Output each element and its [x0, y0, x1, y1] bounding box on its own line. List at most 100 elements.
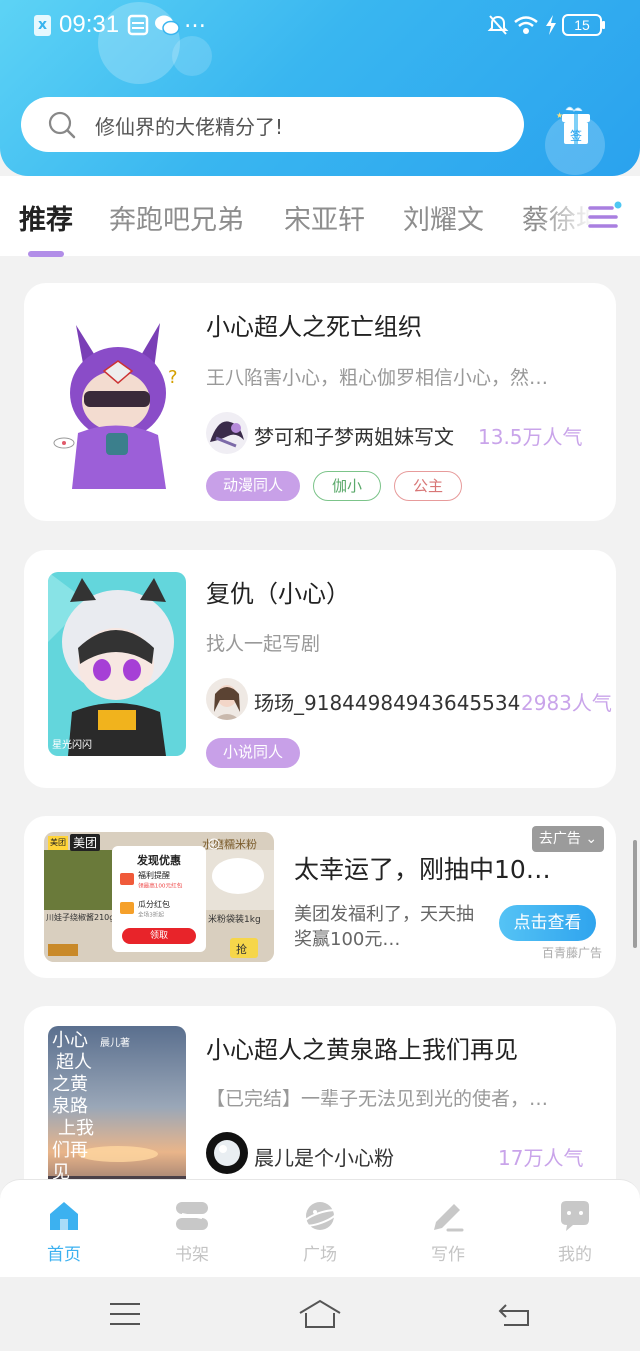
- tab-recommend[interactable]: 推荐: [19, 198, 73, 237]
- nav-write[interactable]: 写作: [408, 1198, 488, 1265]
- battery-icon: 15: [562, 14, 605, 36]
- chevron-down-icon: ⌄: [585, 831, 598, 847]
- cover-watermark: 星光闪闪: [52, 738, 92, 751]
- notification-icon: x: [34, 15, 51, 36]
- bookshelf-icon: [176, 1202, 208, 1230]
- ad-popup-line2: 瓜分红包: [138, 900, 170, 909]
- ad-popup: 发现优惠 福利提醒 领最高100元红包 瓜分红包 全场3折起 领取: [112, 846, 206, 952]
- home-icon: [50, 1202, 78, 1230]
- story-card[interactable]: ? 小心超人之死亡组织 王八陷害小心，粗心伽罗相信小心，然… 梦可和子梦两姐妹写…: [24, 283, 616, 521]
- svg-text:?: ?: [168, 367, 178, 388]
- ad-description: 美团发福利了，天天抽奖赢100元…: [294, 904, 474, 950]
- ad-brand: 美团: [70, 834, 101, 851]
- ad-image[interactable]: 美团 美团 水磨糯米粉 川娃子绕椒酱210g*2瓶装/3瓶 米粉袋装1kg 抢 …: [44, 832, 274, 962]
- story-description: 王八陷害小心，粗心伽罗相信小心，然…: [206, 367, 549, 389]
- ad-bg-text-right: 米粉袋装1kg: [208, 915, 261, 925]
- story-cover[interactable]: ?: [48, 313, 186, 491]
- back-icon[interactable]: [498, 1301, 532, 1327]
- system-navigation-bar: [0, 1277, 640, 1351]
- svg-text:们再: 们再: [52, 1140, 88, 1161]
- tag-jia-xiao[interactable]: 伽小: [313, 471, 381, 501]
- tab-running-man[interactable]: 奔跑吧兄弟: [109, 198, 244, 237]
- author-name[interactable]: 玚玚_91844984943645534: [254, 687, 520, 716]
- header: x 09:31 … 15 修仙界的大佬精分了! 签 ★: [0, 0, 640, 176]
- ad-source: 百青藤广告: [542, 946, 603, 960]
- story-description: 找人一起写剧: [206, 633, 321, 655]
- svg-text:泉路: 泉路: [52, 1096, 88, 1117]
- wechat-icon: [155, 15, 180, 36]
- coupon-icon: [120, 902, 134, 914]
- remove-ad-button[interactable]: 去广告 ⌄: [532, 826, 604, 852]
- ad-popup-line1-sub: 领最高100元红包: [138, 882, 183, 890]
- author-name[interactable]: 晨儿是个小心粉: [254, 1142, 394, 1171]
- status-bar: x 09:31 … 15: [0, 0, 640, 52]
- author-avatar[interactable]: [206, 412, 248, 454]
- remove-ad-label: 去广告: [538, 831, 581, 847]
- category-tabs: 推荐 奔跑吧兄弟 宋亚轩 刘耀文 蔡徐坤: [0, 176, 640, 257]
- ad-popup-close-icon: [208, 838, 220, 850]
- search-placeholder: 修仙界的大佬精分了!: [95, 115, 284, 139]
- story-title: 复仇（小心）: [206, 580, 350, 608]
- pen-icon: [434, 1204, 464, 1232]
- nav-label: 首页: [47, 1245, 81, 1265]
- story-title: 小心超人之黄泉路上我们再见: [206, 1036, 518, 1064]
- tab-liu-yaowen[interactable]: 刘耀文: [403, 198, 484, 237]
- svg-text:★: ★: [556, 111, 563, 120]
- nav-label: 写作: [431, 1245, 465, 1265]
- story-description: 【已完结】一辈子无法见到光的使者，…: [206, 1088, 549, 1110]
- active-tab-indicator: [28, 251, 64, 257]
- mute-icon: [487, 15, 509, 35]
- ad-popup-line2-sub: 全场3折起: [138, 911, 164, 919]
- ad-bg-button: 抢: [236, 943, 247, 956]
- ad-card[interactable]: 美团 美团 水磨糯米粉 川娃子绕椒酱210g*2瓶装/3瓶 米粉袋装1kg 抢 …: [24, 816, 616, 978]
- story-title: 小心超人之死亡组织: [206, 313, 422, 341]
- scrollbar[interactable]: [633, 840, 637, 948]
- tag-anime-fanfic[interactable]: 动漫同人: [206, 471, 300, 501]
- story-cover[interactable]: 星光闪闪: [48, 572, 186, 756]
- ad-title: 太幸运了，刚抽中10…: [294, 855, 551, 884]
- nav-label: 广场: [303, 1245, 337, 1265]
- svg-text:小心: 小心: [52, 1030, 88, 1051]
- tag-princess[interactable]: 公主: [394, 471, 462, 501]
- ad-bg-text-left: 川娃子绕椒酱210g*2瓶装/3瓶: [46, 913, 114, 922]
- sign-in-gift-icon[interactable]: 签 ★: [552, 102, 600, 150]
- sim-card-icon: [127, 14, 149, 36]
- nav-bookshelf[interactable]: 书架: [152, 1198, 232, 1265]
- charging-icon: [546, 15, 556, 35]
- sign-in-label: 签: [570, 128, 582, 143]
- ad-popup-button: 领取: [122, 928, 196, 944]
- nav-plaza[interactable]: 广场: [280, 1198, 360, 1265]
- red-packet-icon: [120, 873, 134, 885]
- ad-view-button[interactable]: 点击查看: [499, 905, 596, 941]
- nav-mine[interactable]: 我的: [535, 1198, 615, 1265]
- story-card[interactable]: 星光闪闪 复仇（小心） 找人一起写剧 玚玚_91844984943645534 …: [24, 550, 616, 788]
- tab-menu-icon[interactable]: [586, 200, 622, 234]
- search-bar[interactable]: 修仙界的大佬精分了!: [21, 97, 524, 152]
- nav-label: 书架: [175, 1245, 209, 1265]
- popularity-count: 2983人气: [521, 691, 612, 715]
- bottom-navigation: 首页 书架 广场 写作 我的: [0, 1179, 640, 1277]
- author-avatar[interactable]: [206, 1132, 248, 1174]
- search-icon: [48, 111, 76, 139]
- status-time: 09:31: [59, 11, 120, 38]
- svg-text:之黄: 之黄: [52, 1074, 88, 1095]
- cover-author: 晨儿著: [100, 1036, 130, 1049]
- meituan-logo: 美团: [48, 836, 68, 850]
- tab-song-yaxuan[interactable]: 宋亚轩: [284, 198, 365, 237]
- planet-icon: [302, 1202, 338, 1230]
- popularity-count: 17万人气: [498, 1146, 584, 1170]
- tag-novel-fanfic[interactable]: 小说同人: [206, 738, 300, 768]
- author-avatar[interactable]: [206, 678, 248, 720]
- popularity-count: 13.5万人气: [478, 425, 583, 449]
- more-status-icons: …: [184, 8, 208, 33]
- ad-popup-line1: 福利提醒: [138, 871, 170, 880]
- author-name[interactable]: 梦可和子梦两姐妹写文: [254, 421, 454, 450]
- menu-icon[interactable]: [108, 1301, 142, 1327]
- chat-bubble-icon: [561, 1201, 589, 1231]
- nav-label: 我的: [558, 1245, 592, 1265]
- svg-text:超人: 超人: [56, 1052, 92, 1073]
- ad-popup-title: 发现优惠: [137, 854, 181, 867]
- wifi-icon: [514, 16, 538, 34]
- home-button-icon[interactable]: [298, 1299, 342, 1329]
- nav-home[interactable]: 首页: [24, 1198, 104, 1265]
